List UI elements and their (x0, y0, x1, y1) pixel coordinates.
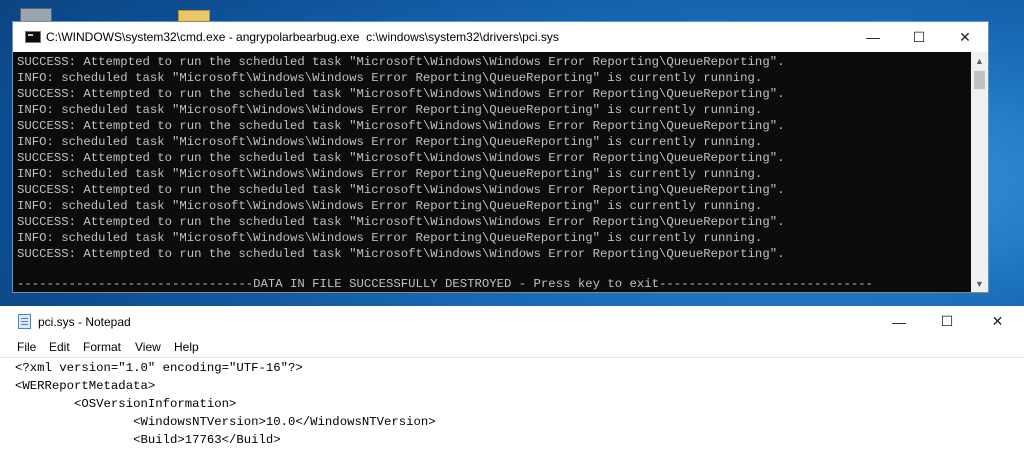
console-line: SUCCESS: Attempted to run the scheduled … (17, 87, 785, 101)
notepad-lines: <?xml version="1.0" encoding="UTF-16"?> <… (15, 359, 436, 449)
minimize-button[interactable]: — (850, 22, 896, 52)
text-line: <WERReportMetadata> (15, 379, 156, 393)
console-line: INFO: scheduled task "Microsoft\Windows\… (17, 71, 763, 85)
notepad-titlebar[interactable]: pci.sys - Notepad — ☐ ✕ (0, 306, 1024, 337)
text-line: <WindowsNTVersion>10.0</WindowsNTVersion… (15, 415, 436, 429)
menu-bar: File Edit Format View Help (0, 337, 1024, 358)
console-line: INFO: scheduled task "Microsoft\Windows\… (17, 103, 763, 117)
cmd-window: C:\WINDOWS\system32\cmd.exe - angrypolar… (12, 21, 989, 293)
close-button[interactable]: ✕ (942, 22, 988, 52)
console-output[interactable]: SUCCESS: Attempted to run the scheduled … (13, 52, 971, 292)
console-line: SUCCESS: Attempted to run the scheduled … (17, 119, 785, 133)
notepad-window-title: pci.sys - Notepad (38, 315, 131, 329)
scroll-down-arrow-icon[interactable]: ▼ (971, 275, 988, 292)
console-line: SUCCESS: Attempted to run the scheduled … (17, 215, 785, 229)
scroll-up-arrow-icon[interactable]: ▲ (971, 52, 988, 69)
notepad-text-area[interactable]: <?xml version="1.0" encoding="UTF-16"?> <… (0, 358, 1024, 449)
minimize-button[interactable]: — (875, 306, 923, 337)
console-line: SUCCESS: Attempted to run the scheduled … (17, 183, 785, 197)
console-line: SUCCESS: Attempted to run the scheduled … (17, 247, 785, 261)
text-line: <Build>17763</Build> (15, 433, 281, 447)
vertical-scrollbar[interactable]: ▲ ▼ (971, 52, 988, 292)
console-line: SUCCESS: Attempted to run the scheduled … (17, 151, 785, 165)
scrollbar-thumb[interactable] (974, 71, 985, 89)
close-button[interactable]: ✕ (971, 306, 1024, 337)
console-line: INFO: scheduled task "Microsoft\Windows\… (17, 199, 763, 213)
console-lines: SUCCESS: Attempted to run the scheduled … (17, 54, 784, 262)
menu-format[interactable]: Format (83, 340, 121, 354)
menu-help[interactable]: Help (174, 340, 199, 354)
menu-edit[interactable]: Edit (49, 340, 70, 354)
cmd-window-title: C:\WINDOWS\system32\cmd.exe - angrypolar… (46, 30, 559, 44)
notepad-icon[interactable] (18, 314, 31, 329)
notepad-window: pci.sys - Notepad — ☐ ✕ File Edit Format… (0, 306, 1024, 449)
cmd-titlebar[interactable]: C:\WINDOWS\system32\cmd.exe - angrypolar… (13, 22, 988, 52)
text-line: <OSVersionInformation> (15, 397, 237, 411)
menu-file[interactable]: File (17, 340, 36, 354)
console-icon[interactable] (25, 31, 41, 43)
menu-view[interactable]: View (135, 340, 161, 354)
console-line: INFO: scheduled task "Microsoft\Windows\… (17, 231, 763, 245)
destroyed-message: --------------------------------DATA IN … (17, 277, 874, 291)
console-line: SUCCESS: Attempted to run the scheduled … (17, 55, 785, 69)
text-line: <?xml version="1.0" encoding="UTF-16"?> (15, 361, 303, 375)
console-line: INFO: scheduled task "Microsoft\Windows\… (17, 135, 763, 149)
maximize-button[interactable]: ☐ (923, 306, 971, 337)
console-line: INFO: scheduled task "Microsoft\Windows\… (17, 167, 763, 181)
maximize-button[interactable]: ☐ (896, 22, 942, 52)
